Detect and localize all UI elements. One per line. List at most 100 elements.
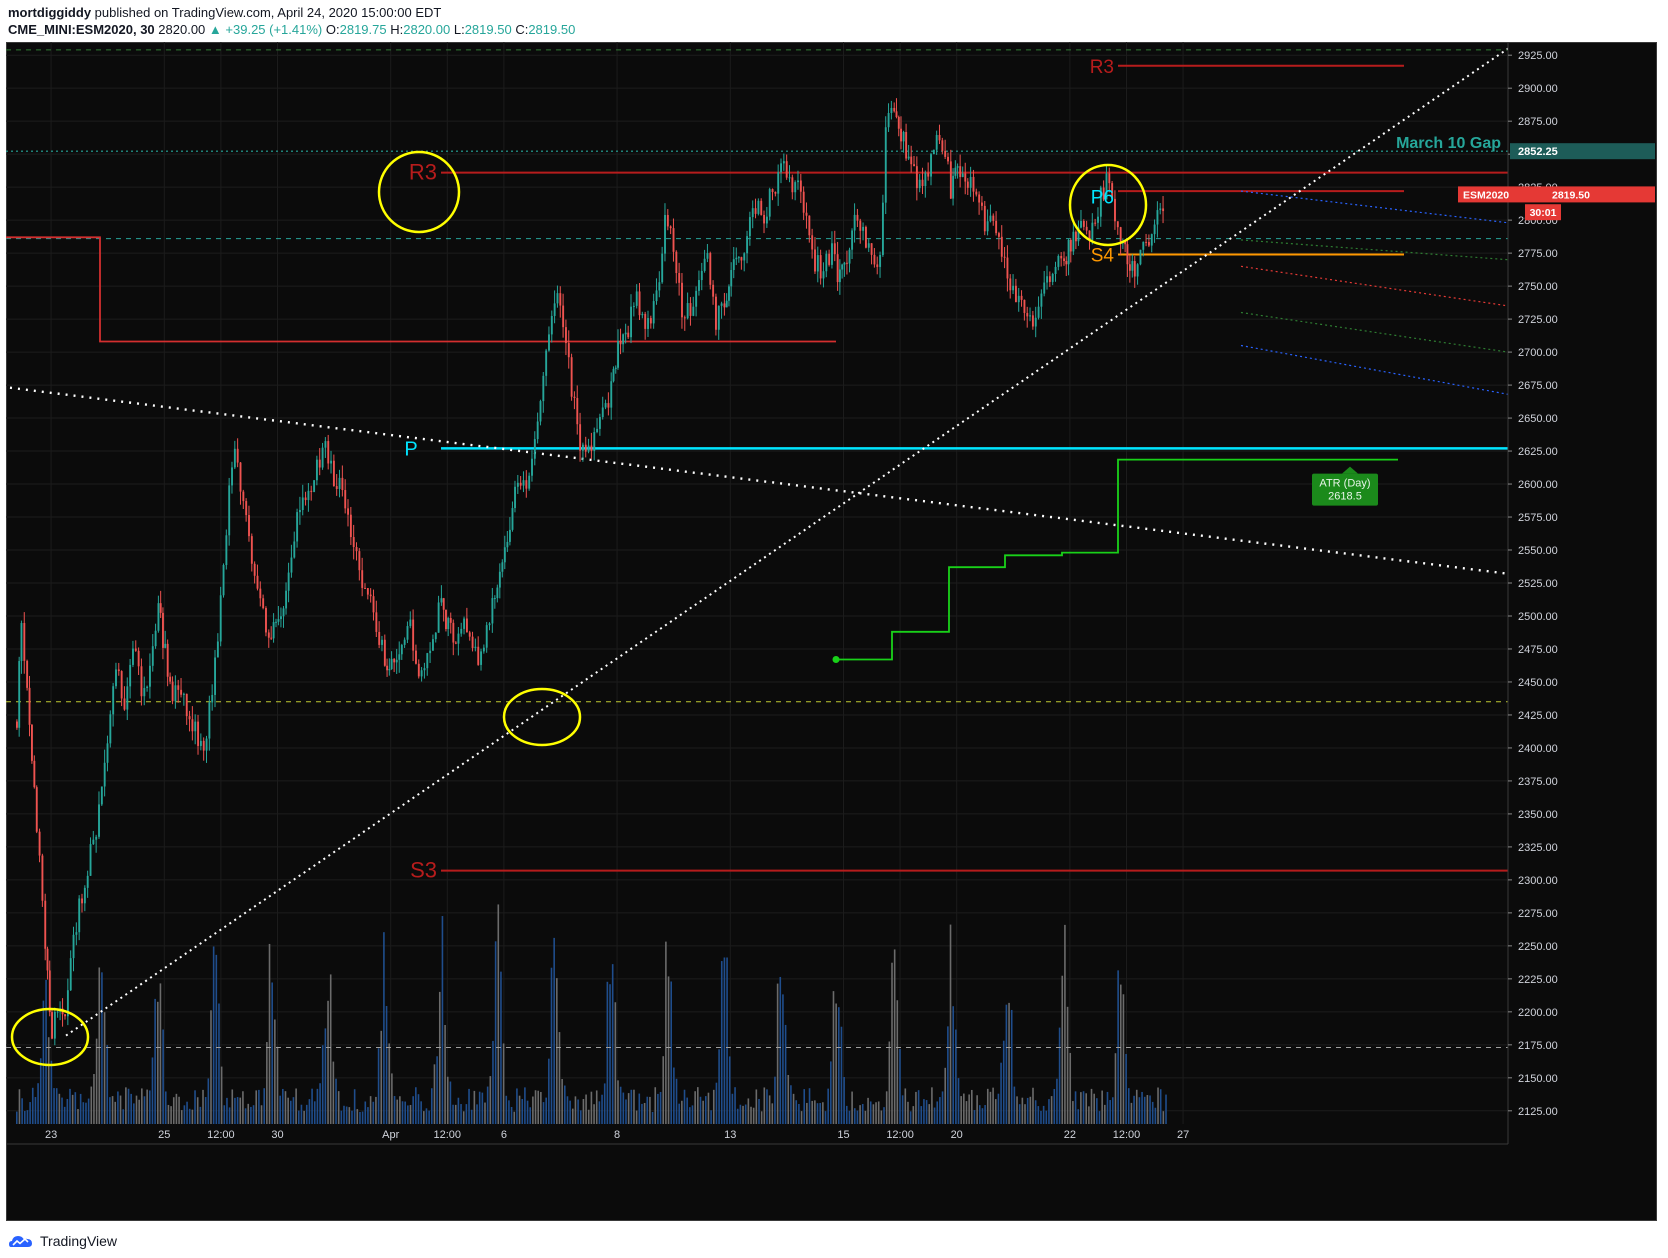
time-tick-label: 27 <box>1177 1129 1189 1141</box>
volume-bar <box>226 1097 228 1124</box>
candle-body <box>765 216 768 224</box>
volume-bar <box>271 982 273 1124</box>
candle-body <box>1159 208 1162 211</box>
volume-bar <box>986 1088 989 1124</box>
candle-body <box>199 740 202 746</box>
volume-bar <box>146 1089 148 1124</box>
volume-bar <box>529 1107 532 1124</box>
candle-body <box>395 659 398 663</box>
candle-body <box>735 257 738 260</box>
candle-body <box>78 898 81 933</box>
volume-bar <box>295 1088 297 1124</box>
candle-body <box>282 608 285 617</box>
volume-bar <box>989 1091 992 1124</box>
candle-body <box>338 477 341 489</box>
candle-body <box>782 161 785 164</box>
volume-bar <box>401 1101 404 1124</box>
time-tick-label: 12:00 <box>886 1129 914 1141</box>
candle-body <box>612 368 615 382</box>
volume-bar <box>763 1087 766 1124</box>
volume-bar <box>436 1056 438 1124</box>
volume-bar <box>1090 1088 1093 1124</box>
volume-bar <box>415 1087 417 1124</box>
volume-bar <box>1069 1052 1072 1124</box>
volume-bar <box>630 1089 633 1124</box>
candle-body <box>409 619 412 627</box>
volume-bar <box>321 1045 324 1124</box>
candle-body <box>567 343 570 358</box>
candle-body <box>171 681 174 702</box>
candle-body <box>614 367 617 369</box>
volume-bar <box>689 1107 691 1124</box>
volume-bar <box>282 1088 284 1124</box>
candle-body <box>1026 312 1029 317</box>
regression-channel-line <box>1240 344 1509 395</box>
candle-body <box>698 280 700 291</box>
volume-bar <box>159 983 162 1124</box>
price-tick-label: 2150.00 <box>1518 1073 1558 1085</box>
symbol-label[interactable]: CME_MINI:ESM2020, 30 <box>8 22 155 37</box>
candle-body <box>270 637 273 639</box>
volume-bar <box>26 1110 29 1124</box>
author-name[interactable]: mortdiggiddy <box>8 5 91 20</box>
published-text: published on TradingView.com, April 24, … <box>94 5 442 20</box>
volume-bar <box>319 1083 321 1124</box>
volume-bar <box>1000 1062 1002 1124</box>
volume-bar <box>976 1095 978 1124</box>
volume-bar <box>263 1088 265 1124</box>
volume-bar <box>790 1085 792 1124</box>
volume-bar <box>372 1101 375 1124</box>
volume-bar <box>585 1094 587 1124</box>
volume-bar <box>571 1108 574 1124</box>
candle-body <box>763 214 766 224</box>
footer-brand[interactable]: TradingView <box>40 1233 117 1249</box>
volume-bar <box>992 1087 994 1124</box>
candle-body <box>601 407 604 418</box>
volume-bar <box>141 1088 143 1124</box>
volume-bar <box>1133 1095 1135 1124</box>
volume-bar <box>93 1074 95 1124</box>
candle-body <box>208 702 211 739</box>
volume-bar <box>34 1097 37 1124</box>
candle-body <box>132 648 134 665</box>
volume-bar <box>359 1111 361 1124</box>
candle-body <box>723 303 726 308</box>
candle-body <box>559 293 562 306</box>
candle-body <box>870 243 873 255</box>
volume-bar <box>587 1109 590 1124</box>
candle-body <box>802 191 805 213</box>
candle-body <box>598 417 601 429</box>
volume-bar <box>984 1105 986 1124</box>
candle-body <box>426 653 429 669</box>
volume-bar <box>675 1078 678 1124</box>
candle-body <box>225 535 228 566</box>
chart-canvas[interactable]: R3 S3 P R3 S4 P6 March 10 Gap ATR (Day)2618.5 21… <box>6 42 1657 1221</box>
volume-bar <box>122 1109 125 1124</box>
volume-bar <box>383 932 385 1124</box>
candle-body <box>638 291 641 316</box>
candle-body <box>641 313 644 316</box>
candle-body <box>666 214 669 227</box>
candle-body <box>788 177 791 179</box>
volume-bar <box>800 1111 803 1124</box>
candle-body <box>649 318 652 324</box>
candle-body <box>511 508 514 530</box>
candle-body <box>1162 208 1165 212</box>
chart-header-publisher: mortdiggiddy published on TradingView.co… <box>8 5 441 20</box>
candle-body <box>1065 261 1068 265</box>
candle-body <box>1034 317 1037 327</box>
low-value: 2819.50 <box>464 22 512 37</box>
candle-body <box>675 251 678 274</box>
candle-body <box>293 541 296 558</box>
volume-bar <box>885 1091 888 1124</box>
candle-body <box>1037 306 1040 318</box>
volume-bar <box>893 949 896 1124</box>
candle-body <box>1085 226 1088 231</box>
candle-body <box>388 669 391 671</box>
candle-body <box>647 318 649 329</box>
volume-bar <box>792 1093 795 1124</box>
price-tick-label: 2275.00 <box>1518 908 1558 920</box>
volume-bar <box>665 941 667 1124</box>
candle-body <box>242 491 245 502</box>
candle-body <box>233 448 236 468</box>
